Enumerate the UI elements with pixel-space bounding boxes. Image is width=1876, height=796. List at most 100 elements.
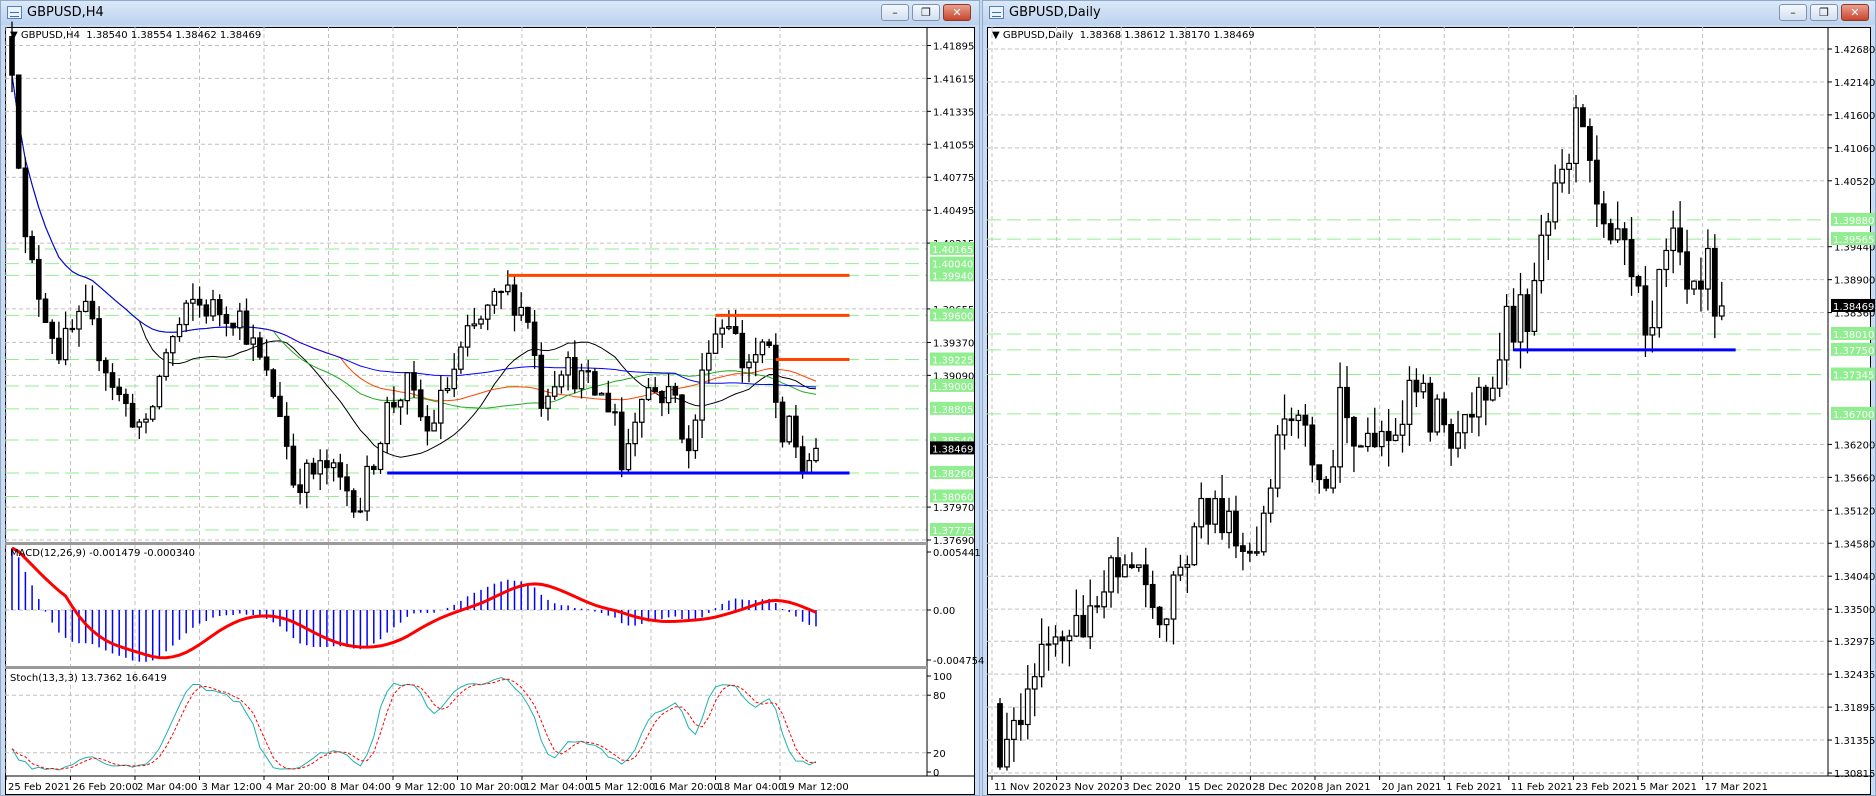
bull-candle — [505, 284, 511, 293]
bear-candle — [1628, 239, 1635, 278]
bear-candle — [1448, 423, 1455, 449]
bull-candle — [149, 406, 156, 420]
bear-candle — [196, 298, 203, 306]
bear-candle — [411, 372, 417, 391]
bull-candle — [210, 299, 216, 317]
bull-candle — [1135, 564, 1142, 569]
bear-candle — [612, 411, 618, 414]
bull-candle — [1573, 107, 1579, 165]
price-axis-label: 1.33500 — [1834, 605, 1875, 616]
price-axis-label: 1.32435 — [1834, 670, 1875, 681]
time-axis-label: 23 Feb 2021 — [1575, 782, 1637, 793]
bull-candle — [598, 392, 605, 396]
bear-candle — [659, 390, 665, 404]
bull-candle — [638, 398, 645, 423]
bear-candle — [538, 354, 545, 409]
chart-canvas: 1.41895 1.41615 1.41335 1.41055 1.40775 1.404… — [5, 21, 1875, 793]
bull-candle — [705, 352, 712, 371]
bull-candle — [1517, 294, 1524, 343]
bear-candle — [15, 74, 22, 169]
bear-candle — [1427, 382, 1434, 433]
time-axis-label: 11 Feb 2021 — [1511, 782, 1573, 793]
bear-candle — [310, 462, 317, 475]
bull-candle — [551, 386, 558, 397]
bull-candle — [1038, 643, 1045, 678]
bull-candle — [1455, 432, 1461, 449]
price-axis-label: 1.40775 — [933, 173, 974, 184]
bear-candle — [297, 484, 303, 494]
price-axis-label: 1.35660 — [1834, 473, 1875, 484]
moving-average-40 — [11, 75, 817, 409]
bull-candle — [458, 346, 464, 370]
bull-candle — [237, 310, 243, 329]
bull-candle — [1462, 413, 1468, 434]
bull-candle — [518, 306, 525, 316]
bull-candle — [1475, 386, 1482, 418]
bull-candle — [156, 375, 163, 408]
bear-candle — [1482, 386, 1489, 401]
bull-candle — [1378, 430, 1385, 448]
bear-candle — [109, 372, 116, 388]
stoch-axis-label: 20 — [933, 749, 946, 760]
level-label: 1.39880 — [1833, 216, 1874, 227]
level-label: 1.37775 — [932, 526, 973, 537]
bull-candle — [431, 422, 437, 432]
level-label: 1.39940 — [932, 271, 973, 282]
bear-candle — [277, 395, 283, 418]
bear-candle — [22, 167, 29, 238]
bear-candle — [49, 321, 56, 339]
bear-candle — [96, 318, 102, 362]
bull-candle — [759, 341, 766, 356]
price-axis-label: 1.31895 — [1834, 703, 1875, 714]
bull-candle — [1073, 614, 1080, 637]
right-chart-header: ▼ GBPUSD,Daily 1.38368 1.38612 1.38170 1… — [992, 30, 1255, 41]
bull-candle — [304, 462, 310, 494]
bear-candle — [243, 310, 250, 345]
bear-candle — [498, 290, 504, 294]
bear-candle — [1156, 606, 1163, 626]
bear-candle — [1115, 557, 1121, 578]
level-label: 1.38060 — [932, 492, 973, 503]
bear-candle — [1059, 636, 1066, 642]
stoch-signal-line — [11, 678, 817, 770]
bull-candle — [176, 323, 183, 338]
bear-candle — [525, 306, 531, 323]
bear-candle — [1288, 418, 1295, 422]
bear-candle — [1385, 430, 1392, 442]
bull-candle — [1420, 382, 1427, 393]
bear-candle — [1524, 294, 1531, 332]
time-axis-label: 11 Nov 2020 — [994, 782, 1058, 793]
bull-candle — [1399, 423, 1406, 436]
bull-candle — [1108, 557, 1114, 593]
bear-candle — [1080, 614, 1087, 638]
bear-candle — [9, 36, 15, 76]
bull-candle — [1295, 414, 1302, 422]
bull-candle — [62, 327, 69, 361]
level-label: 1.39225 — [932, 355, 973, 366]
bull-candle — [1496, 359, 1503, 389]
bear-candle — [1642, 285, 1649, 336]
bear-candle — [223, 313, 230, 324]
bull-candle — [786, 415, 793, 443]
bull-candle — [330, 462, 337, 469]
bear-candle — [1246, 550, 1253, 554]
bull-candle — [1364, 432, 1371, 448]
bull-candle — [1066, 635, 1073, 642]
price-axis-label: 1.34580 — [1834, 539, 1875, 550]
bull-candle — [625, 443, 632, 471]
bull-candle — [76, 310, 82, 330]
price-axis-label: 1.41600 — [1834, 111, 1875, 122]
bull-candle — [1545, 221, 1552, 236]
bear-candle — [618, 411, 625, 471]
price-axis-label: 1.30815 — [1834, 769, 1875, 780]
bear-candle — [1510, 305, 1517, 343]
price-axis-label: 1.40520 — [1834, 177, 1875, 188]
bull-candle — [1330, 466, 1337, 489]
bull-candle — [1274, 434, 1281, 489]
bull-candle — [1663, 249, 1670, 271]
bull-candle — [384, 401, 391, 445]
bear-candle — [1684, 251, 1690, 290]
pane-separator — [5, 542, 927, 545]
bull-candle — [377, 442, 384, 471]
time-axis-label: 1 Feb 2021 — [1446, 782, 1502, 793]
